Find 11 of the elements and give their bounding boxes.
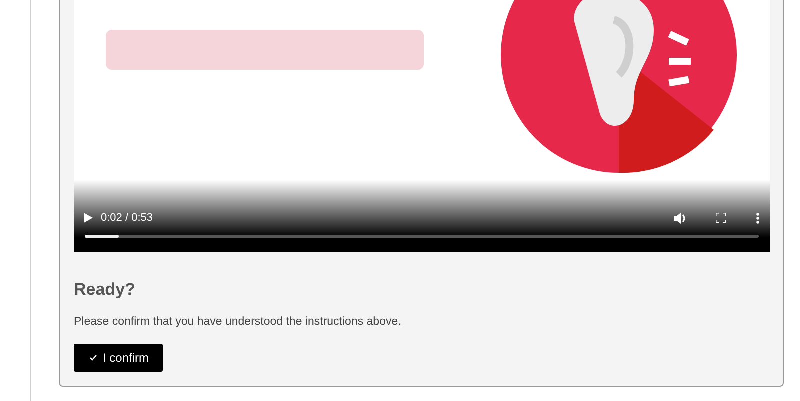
progress-track[interactable] [85,235,759,238]
time-display: 0:02 / 0:53 [101,211,153,226]
confirm-button[interactable]: I confirm [74,344,164,372]
volume-icon[interactable] [674,212,686,224]
check-icon [90,354,97,361]
more-icon[interactable] [756,212,760,224]
video-player[interactable]: 0:02 / 0:53 [74,0,770,252]
heading: Ready? [74,280,136,300]
play-icon[interactable] [84,213,93,224]
instruction-text: Please confirm that you have understood the instructions above. [74,315,402,330]
fullscreen-icon[interactable] [716,213,726,224]
